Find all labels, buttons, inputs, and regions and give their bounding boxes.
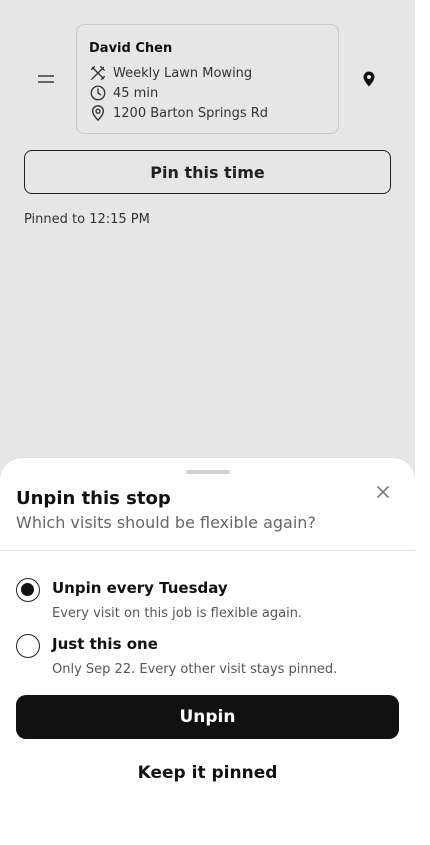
- radio-selected[interactable]: [16, 578, 40, 602]
- option-label: Just this one: [52, 635, 158, 653]
- service-name: Weekly Lawn Mowing: [113, 65, 253, 81]
- close-icon: [377, 486, 389, 498]
- job-card[interactable]: David Chen Weekly Lawn Mowing 45 min 120…: [76, 24, 339, 134]
- map-pin-icon[interactable]: [362, 71, 376, 87]
- sheet-subtitle: Which visits should be flexible again?: [16, 513, 316, 532]
- unpin-button[interactable]: Unpin: [16, 695, 399, 739]
- pin-this-time-button[interactable]: Pin this time: [24, 150, 391, 194]
- tools-icon: [91, 66, 105, 80]
- address-row: 1200 Barton Springs Rd: [89, 103, 326, 123]
- drag-handle-icon[interactable]: [38, 74, 54, 84]
- duration-row: 45 min: [89, 83, 326, 103]
- unpin-bottom-sheet: Unpin this stop Which visits should be f…: [0, 458, 415, 845]
- sheet-grabber[interactable]: [186, 470, 230, 474]
- keep-it-pinned-button[interactable]: Keep it pinned: [16, 758, 399, 788]
- option-description: Only Sep 22. Every other visit stays pin…: [52, 662, 338, 677]
- service-row: Weekly Lawn Mowing: [89, 63, 326, 83]
- customer-name: David Chen: [89, 41, 173, 56]
- close-button[interactable]: [373, 482, 393, 502]
- divider: [0, 550, 415, 551]
- radio-unselected[interactable]: [16, 634, 40, 658]
- option-label: Unpin every Tuesday: [52, 579, 228, 597]
- pinned-time-note: Pinned to 12:15 PM: [24, 212, 150, 227]
- option-description: Every visit on this job is flexible agai…: [52, 606, 303, 621]
- sheet-title: Unpin this stop: [16, 488, 171, 509]
- option-just-this-one[interactable]: Just this one Only Sep 22. Every other v…: [16, 634, 406, 684]
- clock-icon: [90, 85, 106, 101]
- duration-text: 45 min: [113, 85, 159, 101]
- location-pin-icon: [91, 105, 105, 122]
- screen: David Chen Weekly Lawn Mowing 45 min 120…: [0, 0, 430, 845]
- option-unpin-every-tuesday[interactable]: Unpin every Tuesday Every visit on this …: [16, 578, 406, 628]
- address-text: 1200 Barton Springs Rd: [113, 105, 269, 121]
